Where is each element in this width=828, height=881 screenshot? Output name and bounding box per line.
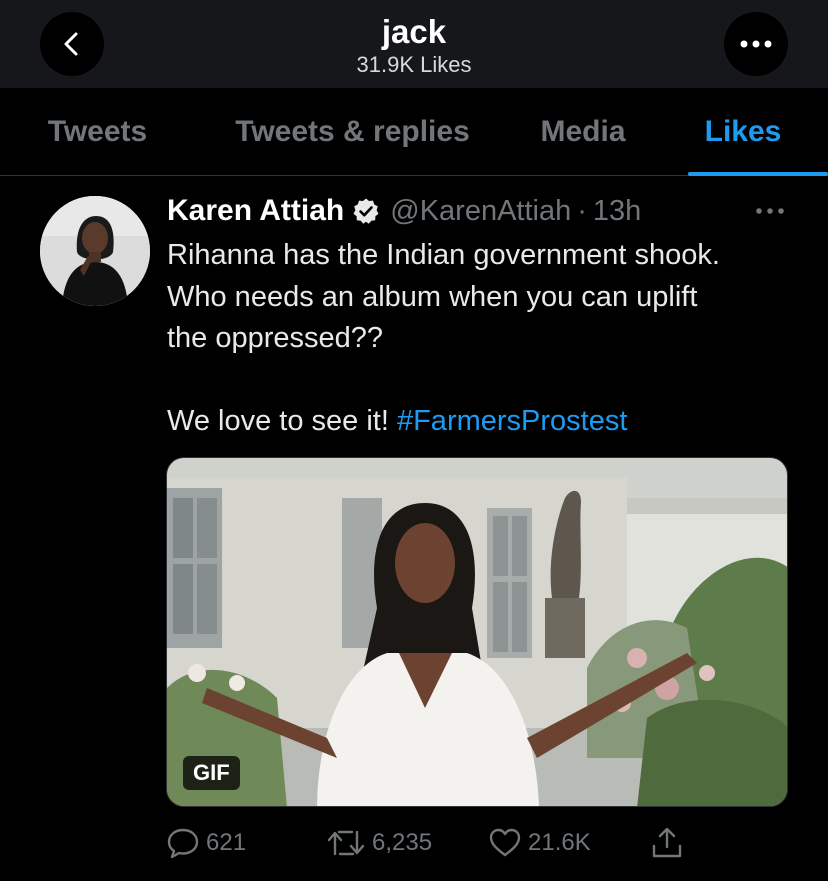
- gif-badge: GIF: [183, 756, 240, 790]
- tab-likes[interactable]: Likes: [688, 88, 798, 176]
- tweet-timestamp[interactable]: 13h: [593, 195, 641, 228]
- meta-separator: ·: [577, 194, 587, 227]
- author-handle[interactable]: @KarenAttiah: [390, 195, 571, 228]
- profile-name-title: jack: [381, 13, 447, 50]
- tab-tweets[interactable]: Tweets: [0, 88, 195, 176]
- author-name[interactable]: Karen Attiah: [167, 194, 344, 228]
- retweet-button[interactable]: 6,235: [326, 823, 432, 863]
- hashtag-link[interactable]: #FarmersProstest: [397, 405, 627, 437]
- avatar[interactable]: [40, 196, 150, 306]
- tweet-header: Karen Attiah @KarenAttiah · 13h: [167, 193, 641, 229]
- more-options-button[interactable]: [724, 12, 788, 76]
- tweet-card[interactable]: Karen Attiah @KarenAttiah · 13h Rihanna …: [0, 177, 828, 881]
- tab-media[interactable]: Media: [510, 88, 656, 176]
- reply-button[interactable]: 621: [166, 823, 246, 863]
- paragraph-break: [167, 360, 807, 402]
- tweet-text-line: the oppressed??: [167, 322, 384, 354]
- retweet-icon: [327, 830, 365, 856]
- profile-header: jack 31.9K Likes: [0, 0, 828, 88]
- profile-tabs: Tweets Tweets & replies Media Likes: [0, 88, 828, 176]
- tweet-text-line: Rihanna has the Indian government shook.: [167, 239, 720, 271]
- like-count: 21.6K: [528, 829, 591, 856]
- share-icon: [652, 827, 682, 858]
- share-button[interactable]: [650, 823, 684, 863]
- tab-tweets-and-replies[interactable]: Tweets & replies: [195, 88, 510, 176]
- like-button[interactable]: 21.6K: [488, 823, 591, 863]
- more-horizontal-icon: [756, 208, 784, 214]
- tweet-text-line-last: We love to see it! #FarmersProstest: [167, 401, 807, 443]
- tweet-text-prefix: We love to see it!: [167, 405, 397, 437]
- tweet-more-button[interactable]: [750, 197, 790, 225]
- tweet-media-gif[interactable]: GIF: [166, 457, 788, 807]
- tweet-actions: 621 6,235 21.6K: [166, 823, 706, 863]
- likes-count-subtitle: 31.9K Likes: [356, 52, 472, 77]
- heart-icon: [489, 828, 521, 857]
- retweet-count: 6,235: [372, 829, 433, 856]
- header-title-group: jack 31.9K Likes: [0, 12, 828, 78]
- reply-count: 621: [206, 829, 247, 856]
- active-tab-indicator: [688, 172, 828, 176]
- reply-icon: [167, 828, 199, 859]
- verified-badge-icon: [353, 198, 379, 224]
- tweet-text: Rihanna has the Indian government shook.…: [167, 235, 807, 443]
- more-horizontal-icon: [740, 40, 772, 48]
- gif-preview-image: [167, 458, 787, 806]
- tweet-text-line: Who needs an album when you can uplift: [167, 280, 698, 313]
